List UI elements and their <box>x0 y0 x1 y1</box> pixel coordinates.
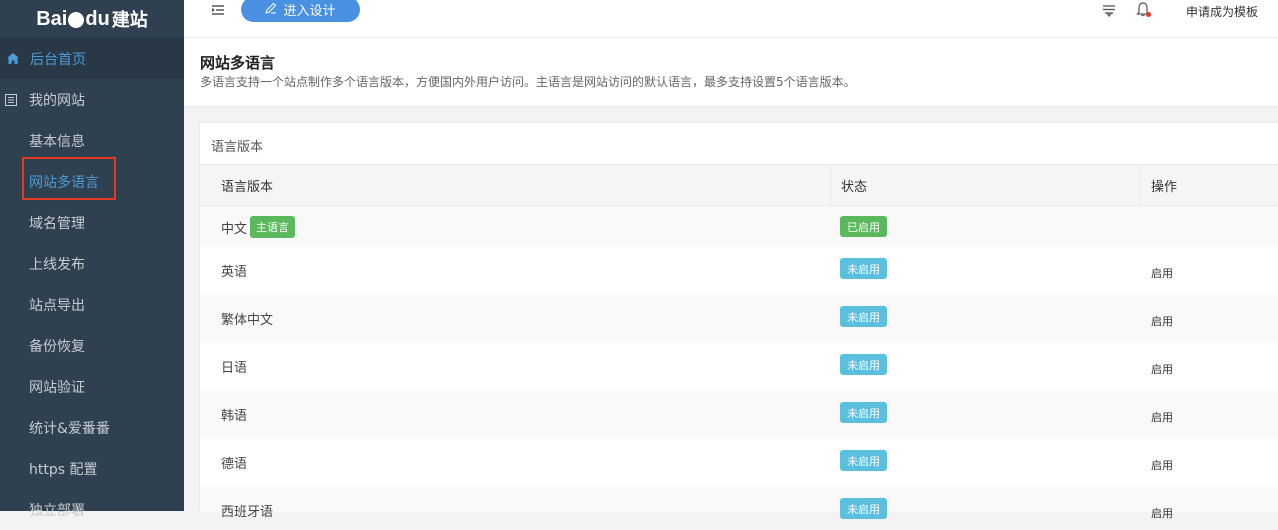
page-title: 网站多语言 <box>200 54 276 72</box>
table-row: 英语 未启用 启用 <box>200 247 1278 295</box>
sidebar-item-label: 域名管理 <box>29 215 85 232</box>
table-row: 繁体中文 未启用 启用 <box>200 295 1278 343</box>
sidebar-item-backup[interactable]: 备份恢复 <box>0 325 184 366</box>
sidebar-section-my-website[interactable]: 我的网站 <box>0 79 184 120</box>
sidebar-item-domain[interactable]: 域名管理 <box>0 202 184 243</box>
sidebar-item-label: 上线发布 <box>29 256 85 273</box>
card-title: 语言版本 <box>211 140 264 155</box>
table-row: 日语 未启用 启用 <box>200 343 1278 391</box>
menu-toggle-icon[interactable] <box>210 3 226 17</box>
paw-icon <box>68 12 85 28</box>
table-row: 韩语 未启用 启用 <box>200 391 1278 439</box>
enter-design-button[interactable]: 进入设计 <box>241 0 360 22</box>
logo-text-bai: Bai <box>36 7 68 30</box>
language-name: 中文 <box>221 221 248 237</box>
status-badge: 未启用 <box>840 306 887 327</box>
table-row: 德语 未启用 启用 <box>200 439 1278 487</box>
notification-dot <box>1146 12 1151 17</box>
language-name: 德语 <box>221 457 248 472</box>
sidebar-item-label: https 配置 <box>29 461 98 478</box>
table-header: 语言版本 状态 操作 <box>200 164 1278 206</box>
sidebar-item-deploy[interactable]: 独立部署 <box>0 489 184 530</box>
sidebar-item-label: 独立部署 <box>29 502 85 519</box>
column-header-status: 状态 <box>830 165 1140 205</box>
status-badge: 未启用 <box>840 354 887 375</box>
column-header-language: 语言版本 <box>221 179 274 195</box>
status-badge: 未启用 <box>840 450 887 471</box>
topbar: 进入设计 申请成为模板 <box>184 0 1278 38</box>
sidebar-item-label: 后台首页 <box>30 51 86 68</box>
status-badge: 未启用 <box>840 498 887 519</box>
message-icon[interactable] <box>1102 3 1116 21</box>
sidebar-item-verify[interactable]: 网站验证 <box>0 366 184 407</box>
enable-link[interactable]: 启用 <box>1151 313 1173 329</box>
sidebar-item-label: 网站验证 <box>29 379 85 396</box>
sidebar-item-stats[interactable]: 统计&爱番番 <box>0 407 184 448</box>
enable-link[interactable]: 启用 <box>1151 409 1173 425</box>
enter-design-label: 进入设计 <box>283 4 336 19</box>
sidebar-item-publish[interactable]: 上线发布 <box>0 243 184 284</box>
enable-link[interactable]: 启用 <box>1151 457 1173 473</box>
enable-link[interactable]: 启用 <box>1151 505 1173 521</box>
apply-template-link[interactable]: 申请成为模板 <box>1186 3 1258 20</box>
table-row: 中文 主语言 已启用 <box>200 206 1278 247</box>
language-name: 日语 <box>221 361 248 376</box>
sidebar-item-home[interactable]: 后台首页 <box>0 38 184 79</box>
column-header-action: 操作 <box>1140 165 1278 205</box>
home-icon <box>6 52 20 66</box>
language-name: 繁体中文 <box>221 313 274 328</box>
sidebar-item-label: 站点导出 <box>29 297 85 314</box>
sidebar-item-label: 基本信息 <box>29 133 85 150</box>
status-badge: 未启用 <box>840 258 887 279</box>
enable-link[interactable]: 启用 <box>1151 361 1173 377</box>
sidebar-item-https[interactable]: https 配置 <box>0 448 184 489</box>
sidebar: Bai du 建站 后台首页 我的网站 基本信息 网站多语言 域名管理 上线发布… <box>0 0 184 519</box>
list-icon <box>4 93 18 107</box>
logo-text-du: du <box>85 7 110 30</box>
highlight-box <box>22 157 116 200</box>
status-badge: 已启用 <box>840 216 887 237</box>
sidebar-section-label: 我的网站 <box>29 92 85 109</box>
pencil-icon <box>265 2 277 17</box>
main-language-badge: 主语言 <box>250 216 296 238</box>
page-description: 多语言支持一个站点制作多个语言版本，方便国内外用户访问。主语言是网站访问的默认语… <box>200 75 856 89</box>
status-badge: 未启用 <box>840 402 887 423</box>
table-row: 西班牙语 未启用 启用 <box>200 487 1278 520</box>
language-versions-card: 语言版本 语言版本 状态 操作 中文 主语言 已启用 英语 未启用 启用 繁体中… <box>199 122 1278 520</box>
language-name: 英语 <box>221 265 248 280</box>
brand-logo[interactable]: Bai du 建站 <box>0 0 184 38</box>
language-name: 韩语 <box>221 409 248 424</box>
language-name-cell: 中文 主语言 <box>221 216 296 238</box>
sidebar-item-export[interactable]: 站点导出 <box>0 284 184 325</box>
sidebar-item-label: 备份恢复 <box>29 338 85 355</box>
bell-icon[interactable] <box>1136 2 1152 18</box>
logo-text-jianzhan: 建站 <box>111 10 148 31</box>
sidebar-item-basic-info[interactable]: 基本信息 <box>0 120 184 161</box>
page-header: 网站多语言 多语言支持一个站点制作多个语言版本，方便国内外用户访问。主语言是网站… <box>184 38 1278 107</box>
enable-link[interactable]: 启用 <box>1151 265 1173 281</box>
sidebar-item-label: 统计&爱番番 <box>29 420 110 437</box>
